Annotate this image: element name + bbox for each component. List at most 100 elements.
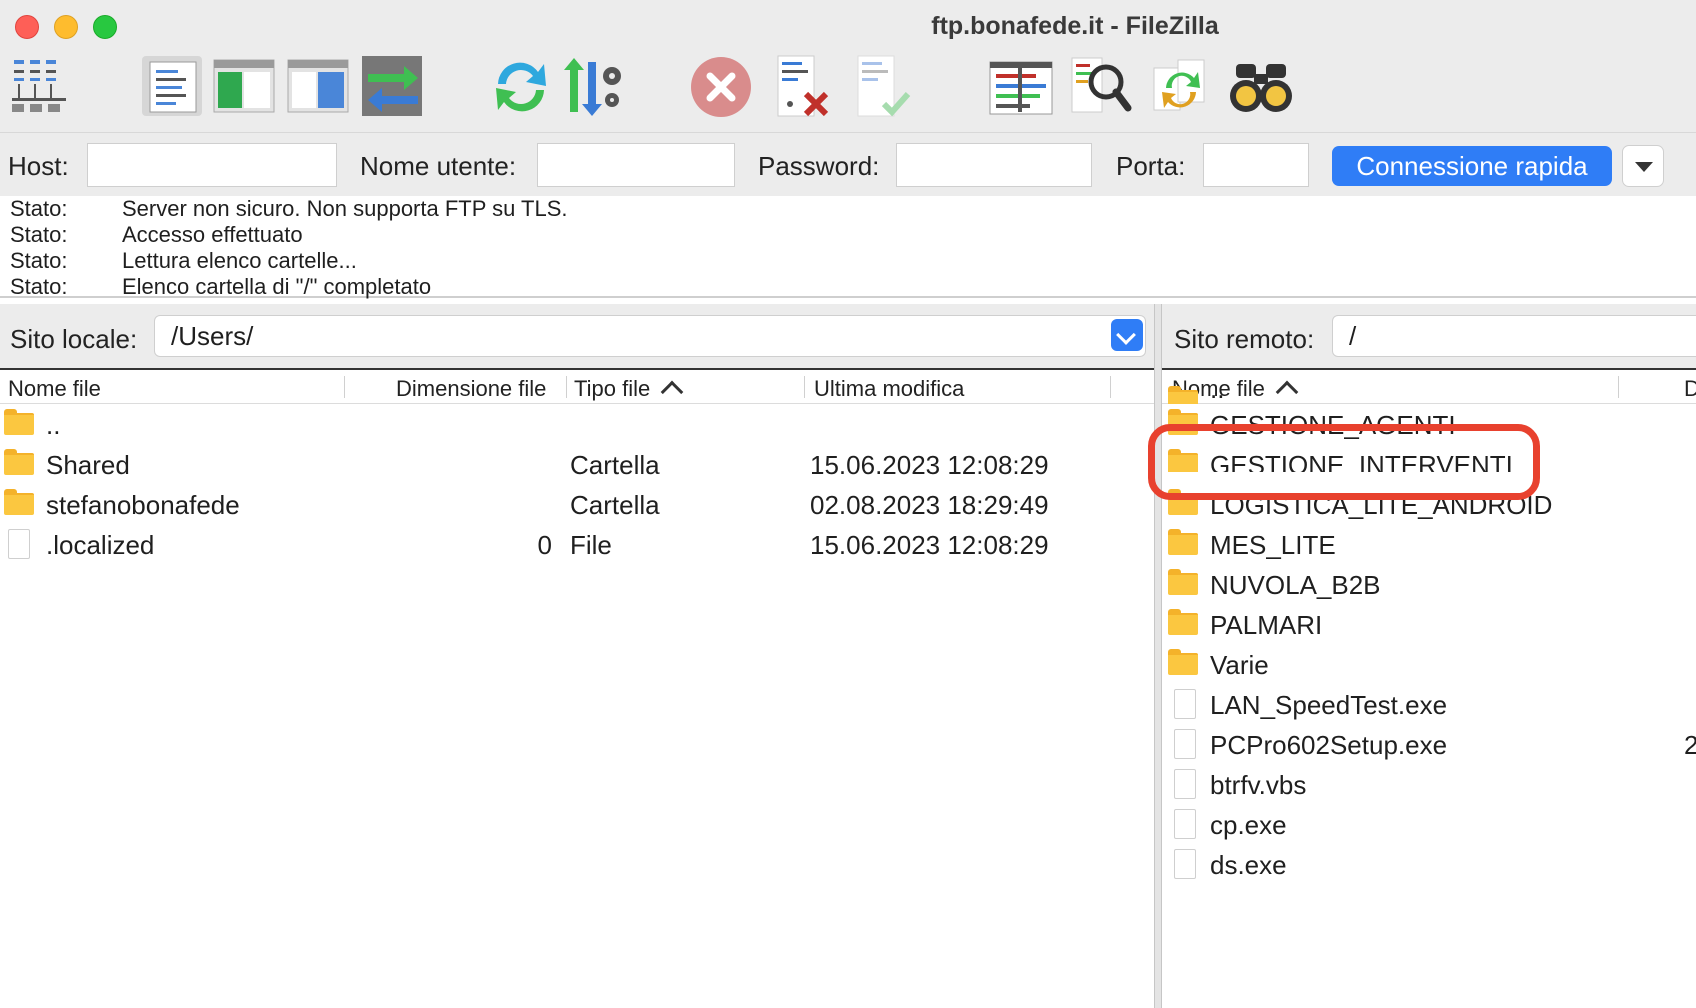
log-status-key: Stato: xyxy=(10,248,68,273)
column-type-label: Tipo file xyxy=(574,376,651,401)
local-file-row[interactable]: Shared Cartella 15.06.2023 12:08:29 xyxy=(0,444,1154,484)
reconnect-icon xyxy=(857,55,911,117)
refresh-button[interactable] xyxy=(488,54,554,120)
local-pane: Sito locale: /Users/ Nome file Dimension… xyxy=(0,304,1154,1008)
directory-listing-filters-icon xyxy=(989,61,1053,115)
chevron-down-icon[interactable] xyxy=(1111,319,1143,351)
quickconnect-bar: Host: Nome utente: Password: Porta: Conn… xyxy=(0,132,1696,197)
message-log[interactable]: Stato: Server non sicuro. Non supporta F… xyxy=(0,196,1696,299)
column-separator[interactable] xyxy=(804,376,805,398)
remote-file-row[interactable]: GESTIONE_AGENTI xyxy=(1162,404,1696,444)
directory-filters-button[interactable] xyxy=(988,54,1054,120)
disconnect-icon xyxy=(777,55,829,117)
toggle-local-tree-icon xyxy=(213,59,275,113)
pane-splitter[interactable] xyxy=(1154,304,1162,1008)
file-icon xyxy=(1174,849,1196,879)
local-file-row[interactable]: .localized 0 File 15.06.2023 12:08:29 xyxy=(0,524,1154,564)
file-icon xyxy=(8,529,30,559)
disconnect-button[interactable] xyxy=(770,54,836,120)
username-input[interactable] xyxy=(537,143,735,187)
file-type: File xyxy=(570,530,612,560)
column-separator[interactable] xyxy=(344,376,345,398)
log-message: Accesso effettuato xyxy=(122,222,303,247)
file-name: .. xyxy=(46,410,61,440)
local-file-row[interactable]: stefanobonafede Cartella 02.08.2023 18:2… xyxy=(0,484,1154,524)
local-column-header: Nome file Dimensione file Tipo file Ulti… xyxy=(0,368,1154,404)
transfer-queue-icon xyxy=(362,56,422,116)
toggle-remote-tree-button[interactable] xyxy=(286,54,352,120)
reconnect-button[interactable] xyxy=(850,54,916,120)
remote-file-row[interactable]: NUVOLA_B2B xyxy=(1162,564,1696,604)
synchronized-browsing-button[interactable] xyxy=(1148,54,1214,120)
file-size: 2 xyxy=(1684,730,1696,760)
folder-icon xyxy=(1168,386,1198,404)
toggle-transfer-queue-button[interactable] xyxy=(360,54,426,120)
file-name: LOGISTICA_LITE_ANDROID xyxy=(1210,490,1553,520)
site-manager-button[interactable] xyxy=(8,54,74,120)
column-type-header[interactable]: Tipo file xyxy=(574,376,684,404)
cancel-operation-icon xyxy=(691,57,751,117)
remote-file-row[interactable]: LAN_SpeedTest.exe xyxy=(1162,684,1696,724)
port-label: Porta: xyxy=(1116,151,1186,181)
password-label: Password: xyxy=(758,151,880,181)
file-icon xyxy=(1174,689,1196,719)
file-name: PCPro602Setup.exe xyxy=(1210,730,1448,760)
file-name: .localized xyxy=(46,530,155,560)
quickconnect-history-dropdown[interactable] xyxy=(1622,145,1664,187)
folder-icon xyxy=(1168,409,1198,435)
column-modified-header[interactable]: Ultima modifica xyxy=(814,376,964,402)
folder-icon xyxy=(1168,529,1198,555)
remote-file-row[interactable]: cp.exe xyxy=(1162,804,1696,844)
folder-icon xyxy=(1168,569,1198,595)
file-name: MES_LITE xyxy=(1210,530,1336,560)
refresh-icon xyxy=(496,62,546,112)
compare-directories-icon xyxy=(1071,57,1132,113)
remote-file-row[interactable]: PCPro602Setup.exe 2 xyxy=(1162,724,1696,764)
remote-file-row[interactable]: ds.exe xyxy=(1162,844,1696,884)
log-status-key: Stato: xyxy=(10,274,68,299)
file-type: Cartella xyxy=(570,490,660,520)
remote-file-row[interactable]: .. xyxy=(1162,380,1696,404)
log-message: Elenco cartella di "/" completato xyxy=(122,274,432,299)
toggle-local-tree-button[interactable] xyxy=(212,54,278,120)
host-input[interactable] xyxy=(87,143,337,187)
remote-file-row[interactable]: Varie xyxy=(1162,644,1696,684)
window-title: ftp.bonafede.it - FileZilla xyxy=(931,12,1219,40)
file-name: GESTIONE_AGENTI xyxy=(1210,410,1456,440)
toggle-message-log-icon xyxy=(142,56,202,116)
column-separator[interactable] xyxy=(566,376,567,398)
synchronized-browsing-icon xyxy=(1153,59,1205,111)
remote-file-row[interactable]: LOGISTICA_LITE_ANDROID xyxy=(1162,484,1696,524)
port-input[interactable] xyxy=(1203,143,1309,187)
file-name: GESTIONE_INTERVENTI xyxy=(1210,450,1513,472)
remote-path-value: / xyxy=(1349,321,1357,351)
remote-path-field[interactable]: / xyxy=(1332,315,1696,357)
cancel-operation-button[interactable] xyxy=(688,54,754,120)
quickconnect-button[interactable]: Connessione rapida xyxy=(1332,146,1612,186)
remote-file-row[interactable]: GESTIONE_INTERVENTI xyxy=(1162,444,1696,472)
remote-site-label: Sito remoto: xyxy=(1174,324,1315,354)
compare-directories-button[interactable] xyxy=(1066,54,1132,120)
local-path-field[interactable]: /Users/ xyxy=(154,315,1146,357)
column-size-header[interactable]: Dimensione file xyxy=(396,376,546,402)
password-input[interactable] xyxy=(896,143,1092,187)
file-modified: 15.06.2023 12:08:29 xyxy=(810,450,1049,480)
remote-file-row[interactable]: PALMARI xyxy=(1162,604,1696,644)
local-site-bar: Sito locale: /Users/ xyxy=(0,304,1154,368)
file-name: PALMARI xyxy=(1210,610,1323,640)
folder-icon xyxy=(1168,649,1198,675)
column-name-header[interactable]: Nome file xyxy=(8,376,101,402)
column-separator[interactable] xyxy=(1110,376,1111,398)
file-name: Shared xyxy=(46,450,130,480)
filter-settings-icon xyxy=(564,58,621,116)
site-manager-icon xyxy=(12,60,66,112)
remote-file-row[interactable]: MES_LITE xyxy=(1162,524,1696,564)
file-name: Varie xyxy=(1210,650,1269,680)
toggle-message-log-button[interactable] xyxy=(140,54,206,120)
local-file-row[interactable]: .. xyxy=(0,404,1154,444)
file-modified: 02.08.2023 18:29:49 xyxy=(810,490,1049,520)
file-icon xyxy=(1174,769,1196,799)
process-queue-button[interactable] xyxy=(560,54,626,120)
remote-file-row[interactable]: btrfv.vbs xyxy=(1162,764,1696,804)
search-remote-files-button[interactable] xyxy=(1228,54,1294,120)
